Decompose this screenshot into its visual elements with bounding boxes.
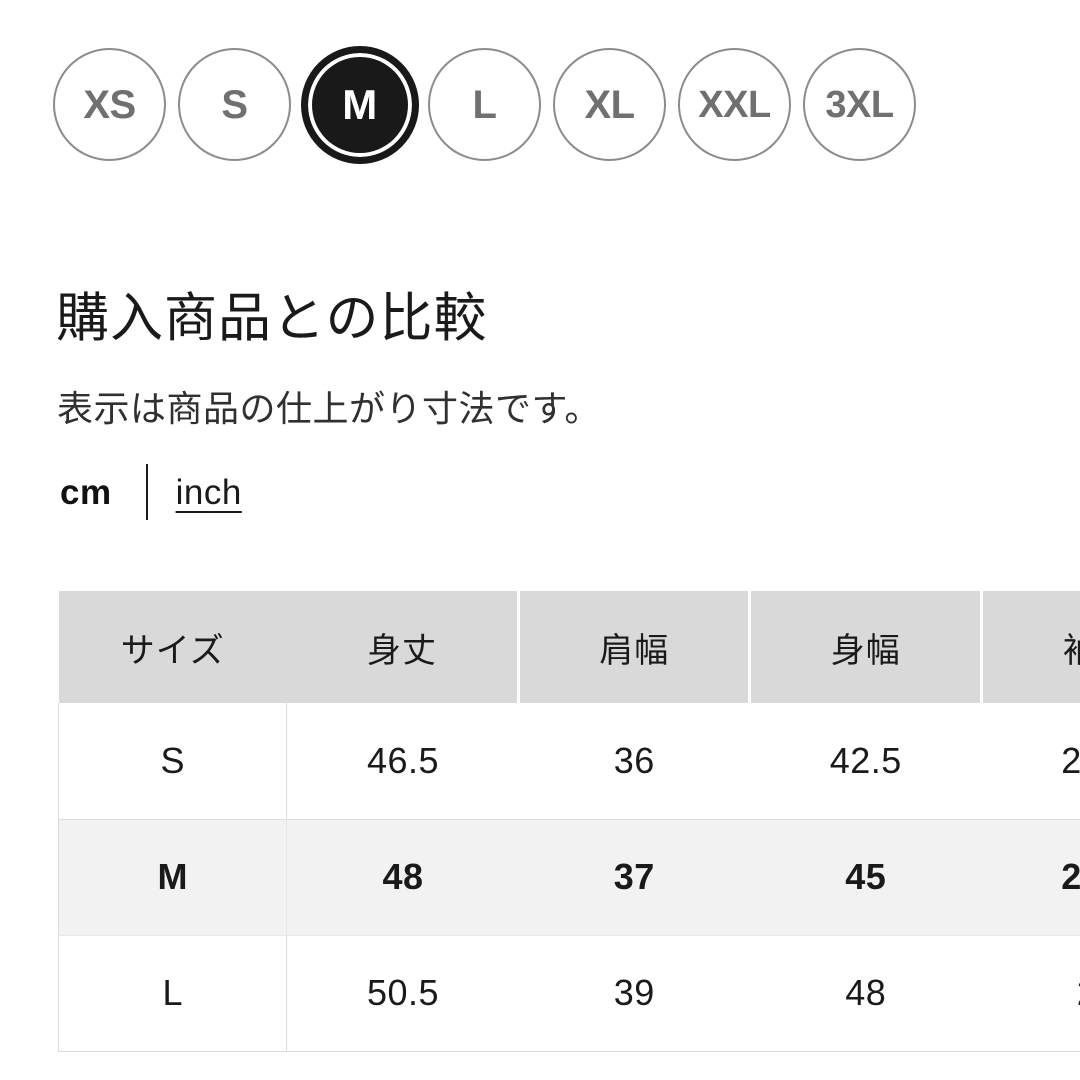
size-table: サイズ 身丈 肩幅 身幅 袖丈 S 46.5 36 42.5 21.5 M 48 bbox=[58, 591, 1080, 1052]
page-subtitle: 表示は商品の仕上がり寸法です。 bbox=[57, 388, 601, 429]
size-option-label: XS bbox=[83, 82, 136, 127]
page-title: 購入商品との比較 bbox=[56, 288, 488, 348]
unit-option-inch[interactable]: inch bbox=[176, 475, 242, 510]
size-option-xxl[interactable]: XXL bbox=[672, 36, 797, 173]
unit-option-cm[interactable]: cm bbox=[60, 475, 112, 510]
size-option-label: XL bbox=[584, 82, 635, 127]
cell-length: 46.5 bbox=[286, 703, 519, 820]
size-option-label: M bbox=[342, 80, 377, 128]
size-option-ring-selected: M bbox=[300, 45, 419, 164]
size-option-xs[interactable]: XS bbox=[47, 36, 172, 173]
column-header-shoulder: 肩幅 bbox=[518, 591, 752, 703]
table-row: S 46.5 36 42.5 21.5 bbox=[58, 703, 1080, 820]
size-option-l[interactable]: L bbox=[422, 36, 547, 173]
size-guide-page: XS S M L XL XXL 3XL 購入商品との比較 表示は商品の仕上がり寸… bbox=[0, 0, 1080, 1080]
size-option-s[interactable]: S bbox=[172, 36, 297, 173]
cell-shoulder: 36 bbox=[518, 703, 750, 820]
size-option-ring: L bbox=[428, 48, 541, 161]
cell-sleeve: 21.5 bbox=[981, 819, 1080, 936]
size-option-ring: S bbox=[178, 48, 291, 161]
size-option-label: 3XL bbox=[825, 83, 894, 126]
column-header-length: 身丈 bbox=[286, 591, 520, 703]
cell-chest: 48 bbox=[749, 935, 982, 1052]
size-option-label: L bbox=[472, 82, 497, 127]
size-option-m[interactable]: M bbox=[297, 36, 422, 173]
size-table-head: サイズ 身丈 肩幅 身幅 袖丈 bbox=[58, 591, 1080, 703]
size-option-xl[interactable]: XL bbox=[547, 36, 672, 173]
size-option-ring: XL bbox=[553, 48, 666, 161]
cell-length: 50.5 bbox=[286, 935, 519, 1052]
cell-chest: 45 bbox=[749, 819, 982, 936]
column-header-size: サイズ bbox=[58, 591, 287, 703]
size-option-label: XXL bbox=[698, 83, 771, 126]
cell-shoulder: 39 bbox=[518, 935, 750, 1052]
table-row: L 50.5 39 48 22 bbox=[58, 935, 1080, 1052]
cell-size: S bbox=[58, 703, 288, 820]
size-option-label: S bbox=[221, 82, 248, 127]
column-header-chest: 身幅 bbox=[749, 591, 983, 703]
cell-size: L bbox=[58, 935, 288, 1052]
size-table-scroll-area[interactable]: サイズ 身丈 肩幅 身幅 袖丈 S 46.5 36 42.5 21.5 M 48 bbox=[58, 591, 1080, 1052]
column-header-sleeve: 袖丈 bbox=[981, 591, 1080, 703]
size-option-ring: XS bbox=[53, 48, 166, 161]
cell-chest: 42.5 bbox=[749, 703, 982, 820]
cell-shoulder: 37 bbox=[518, 819, 750, 936]
cell-size: M bbox=[58, 819, 288, 936]
unit-separator bbox=[145, 464, 148, 520]
size-option-3xl[interactable]: 3XL bbox=[797, 36, 922, 173]
size-table-body: S 46.5 36 42.5 21.5 M 48 37 45 21.5 L 50… bbox=[58, 703, 1080, 1052]
unit-toggle: cm inch bbox=[60, 462, 242, 522]
cell-sleeve: 22 bbox=[981, 935, 1080, 1052]
table-header-row: サイズ 身丈 肩幅 身幅 袖丈 bbox=[58, 591, 1080, 703]
cell-sleeve: 21.5 bbox=[981, 703, 1080, 820]
table-row-selected: M 48 37 45 21.5 bbox=[58, 819, 1080, 936]
size-option-ring: XXL bbox=[678, 48, 791, 161]
size-option-ring: 3XL bbox=[803, 48, 916, 161]
cell-length: 48 bbox=[286, 819, 519, 936]
size-selector: XS S M L XL XXL 3XL bbox=[47, 36, 922, 173]
